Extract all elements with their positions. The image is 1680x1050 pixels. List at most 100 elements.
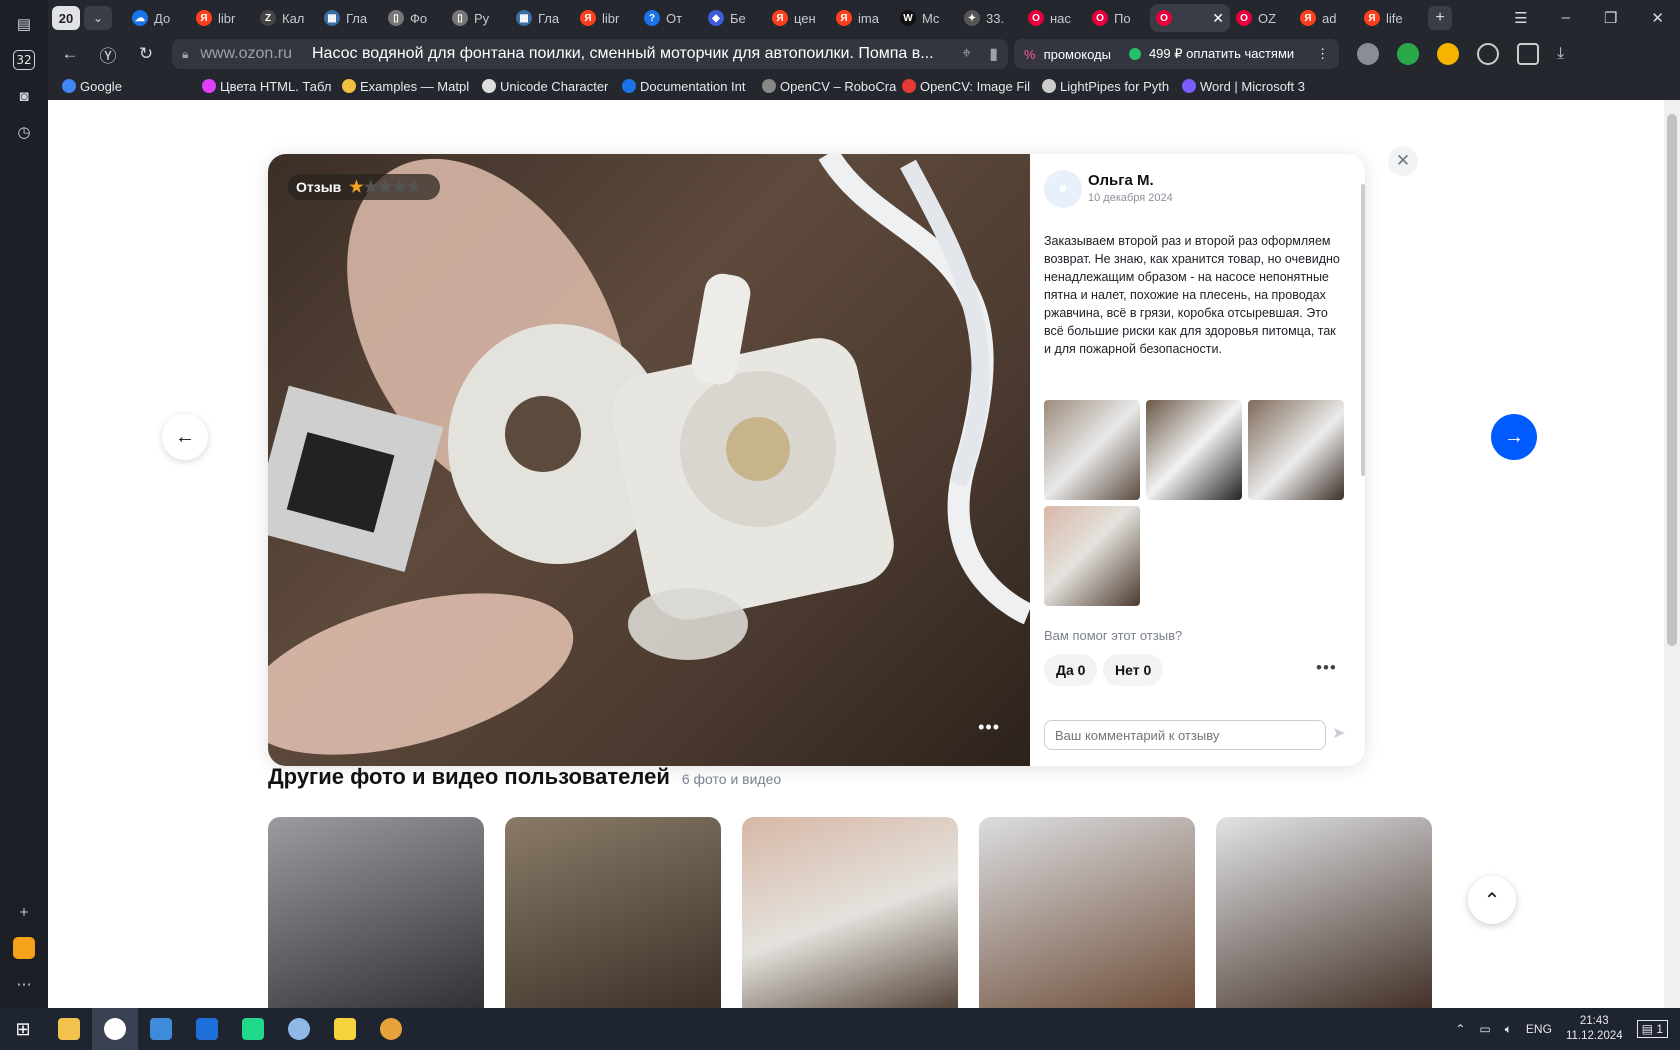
volume-icon[interactable]: 🔈︎ <box>1505 1022 1512 1037</box>
browser-tab[interactable]: Яlife <box>1358 4 1422 32</box>
pycharm-icon[interactable] <box>230 1008 276 1050</box>
apps-badge[interactable]: 32 <box>12 48 36 72</box>
prev-review-button[interactable]: ← <box>162 414 208 460</box>
browser-tab[interactable]: ? От <box>638 4 702 32</box>
bookmark-icon[interactable]: ▮ <box>989 44 998 64</box>
new-tab-button[interactable]: + <box>1428 6 1452 30</box>
start-icon[interactable]: ⊞ <box>0 1008 46 1050</box>
tab-label: нас <box>1050 10 1071 26</box>
browser-tab[interactable]: O ✕ <box>1150 4 1230 32</box>
vote-yes-button[interactable]: Да 0 <box>1044 654 1098 686</box>
notifications-icon[interactable]: ▤ 1 <box>1636 1020 1668 1038</box>
download-icon[interactable]: ⤓ <box>1557 45 1564 63</box>
yandex-icon[interactable]: Ⓨ <box>92 42 124 67</box>
review-author[interactable]: Ольга М. <box>1088 172 1154 189</box>
gallery-item[interactable] <box>505 817 721 1008</box>
browser-tab[interactable]: O По <box>1086 4 1150 32</box>
bookmark-label: Documentation Int <box>640 78 746 94</box>
language-indicator[interactable]: ENG <box>1526 1022 1552 1036</box>
chevron-down-icon[interactable]: ⌄ <box>84 6 112 30</box>
photo-more-icon[interactable]: ••• <box>978 717 1000 738</box>
browser-tab[interactable]: Яцен <box>766 4 830 32</box>
history-icon[interactable]: ◷ <box>12 120 36 144</box>
review-more-icon[interactable]: ••• <box>1316 658 1337 678</box>
tabs-menu-icon[interactable]: ☰ <box>1514 9 1527 27</box>
notepad-icon[interactable] <box>184 1008 230 1050</box>
browser-tab[interactable]: W Mc <box>894 4 958 32</box>
promo-widget[interactable]: % промокоды 499 ₽ оплатить частями ⋮ <box>1014 39 1340 69</box>
tab-close-icon[interactable]: ✕ <box>1212 10 1224 27</box>
close-modal-button[interactable]: ✕ <box>1388 146 1418 176</box>
bookmark-item[interactable]: LightPipes for Pyth <box>1042 79 1182 94</box>
explorer-icon[interactable] <box>46 1008 92 1050</box>
review-scrollbar[interactable] <box>1361 184 1365 476</box>
browser-tab[interactable]: Яima <box>830 4 894 32</box>
review-thumbnail[interactable] <box>1044 506 1140 606</box>
bookmark-item[interactable]: Цвета HTML. Табл <box>202 79 342 94</box>
restore-icon[interactable]: ❐ <box>1604 9 1617 27</box>
paint-icon[interactable] <box>276 1008 322 1050</box>
collections-icon[interactable]: ▤ <box>12 12 36 36</box>
url-field[interactable]: 🔒︎ www.ozon.ru Насос водяной для фонтана… <box>172 39 1008 69</box>
back-icon[interactable]: ← <box>54 44 86 64</box>
translate-icon[interactable] <box>1517 43 1540 65</box>
gallery-item[interactable] <box>268 817 484 1008</box>
browser-tab[interactable]: Яlibr <box>190 4 254 32</box>
bookmark-item[interactable]: Word | Microsoft 3 <box>1182 79 1322 94</box>
browser-tab[interactable]: ▦ Гла <box>510 4 574 32</box>
tab-count[interactable]: 20 <box>52 6 80 30</box>
python-icon[interactable] <box>322 1008 368 1050</box>
review-thumbnail[interactable] <box>1044 400 1140 500</box>
comment-input[interactable] <box>1044 720 1326 750</box>
mail-icon[interactable] <box>12 936 36 960</box>
browser-tab[interactable]: ▦ Гла <box>318 4 382 32</box>
browser-tab[interactable]: Z Кал <box>254 4 318 32</box>
shield-icon[interactable] <box>1357 43 1380 65</box>
gallery-item[interactable] <box>979 817 1195 1008</box>
bookmark-item[interactable]: Google <box>62 79 202 94</box>
media-icon[interactable] <box>1477 43 1500 65</box>
scroll-top-button[interactable]: ⌃ <box>1468 876 1516 924</box>
location-icon[interactable]: ⌖ <box>962 45 971 63</box>
minimize-icon[interactable]: – <box>1562 9 1570 27</box>
browser-tab[interactable]: Oнас <box>1022 4 1086 32</box>
bookmark-label: Google <box>80 78 122 94</box>
browser-tab[interactable]: ▯ Ру <box>446 4 510 32</box>
browser-tab[interactable]: ▯ Фо <box>382 4 446 32</box>
next-review-button[interactable]: → <box>1491 414 1537 460</box>
browser-tab[interactable]: ✦ 33. <box>958 4 1022 32</box>
send-icon[interactable]: ➤ <box>1332 723 1356 747</box>
bookmark-item[interactable]: Unicode Character <box>482 79 622 94</box>
app-icon[interactable] <box>138 1008 184 1050</box>
gallery-item[interactable] <box>1216 817 1432 1008</box>
vote-no-button[interactable]: Нет 0 <box>1103 654 1164 686</box>
bookmark-item[interactable]: OpenCV – RoboCra <box>762 79 902 94</box>
promo-more-icon[interactable]: ⋮ <box>1316 46 1329 62</box>
bookmark-item[interactable]: Examples — Matpl <box>342 79 482 94</box>
bookmark-item[interactable]: Documentation Int <box>622 79 762 94</box>
close-window-icon[interactable]: ✕ <box>1651 9 1664 27</box>
page-scrollbar[interactable] <box>1664 100 1680 1008</box>
review-photo[interactable]: Отзыв ★★★★★ ••• <box>268 154 1030 766</box>
screenshot-icon[interactable]: ◙ <box>12 84 36 108</box>
more-icon[interactable]: ⋯ <box>12 972 36 996</box>
extension-icon[interactable] <box>1437 43 1460 65</box>
clock[interactable]: 21:43 11.12.2024 <box>1566 1014 1623 1044</box>
adblock-icon[interactable] <box>1397 43 1420 65</box>
add-icon[interactable]: + <box>12 900 36 924</box>
page-scroll-thumb[interactable] <box>1667 114 1677 646</box>
browser-tab[interactable]: ◆ Бе <box>702 4 766 32</box>
review-thumbnail[interactable] <box>1146 400 1242 500</box>
review-thumbnail[interactable] <box>1248 400 1344 500</box>
network-icon[interactable]: ▭ <box>1479 1022 1490 1036</box>
browser-tab[interactable]: Яlibr <box>574 4 638 32</box>
bookmark-item[interactable]: OpenCV: Image Fil <box>902 79 1042 94</box>
browser-tab[interactable]: O OZ <box>1230 4 1294 32</box>
browser-tab[interactable]: Яad <box>1294 4 1358 32</box>
tray-chevron-icon[interactable]: ⌃ <box>1455 1022 1465 1036</box>
gimp-icon[interactable] <box>368 1008 414 1050</box>
browser-tab[interactable]: ☁ До <box>126 4 190 32</box>
reload-icon[interactable]: ↻ <box>130 44 162 64</box>
yandex-browser-icon[interactable] <box>92 1008 138 1050</box>
gallery-item[interactable] <box>742 817 958 1008</box>
